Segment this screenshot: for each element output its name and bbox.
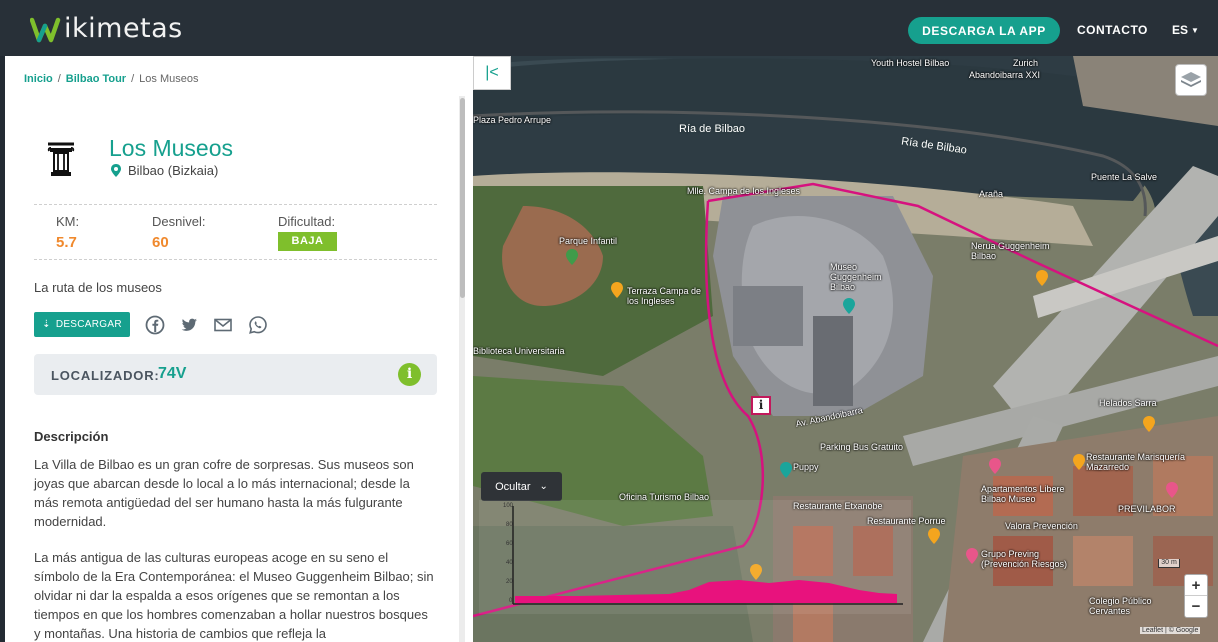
profile-tick: 0 (509, 598, 513, 604)
poi-marker-icon[interactable] (1143, 416, 1155, 432)
wikimetas-logo[interactable]: ikimetas (30, 13, 183, 45)
map-label: Araña (979, 189, 1004, 199)
download-button[interactable]: ⇣ DESCARGAR (34, 312, 130, 337)
language-selector[interactable]: ES ▼ (1172, 23, 1199, 37)
description-paragraph: La más antigua de las culturas europeas … (34, 550, 434, 641)
chevron-down-icon: ⌄ (539, 481, 548, 492)
layers-icon (1181, 72, 1201, 87)
map-label: Restaurante Marisquería Mazarredo (1086, 452, 1186, 472)
hide-profile-label: Ocultar (495, 480, 531, 493)
location-text: Bilbao (Bizkaia) (128, 163, 219, 178)
difficulty-badge: BAJA (278, 232, 337, 251)
profile-tick: 20 (506, 579, 513, 585)
map-label: Grupo Preving (Prevención Riesgos) (981, 549, 1068, 569)
poi-marker-icon[interactable] (1166, 482, 1178, 498)
page-title: Los Museos (109, 135, 234, 161)
map-label: Apartamentos Libere Bilbao Museo (981, 484, 1065, 504)
route-subtitle: La ruta de los museos (34, 280, 162, 295)
poi-marker-icon[interactable] (966, 548, 978, 564)
museum-column-icon (47, 142, 75, 176)
map-label: PREVILABOR (1118, 504, 1176, 514)
map-label: Museo Guggenheim Bilbao (830, 262, 882, 292)
map-label: Ría de Bilbao (679, 123, 746, 135)
language-label: ES (1172, 23, 1189, 37)
download-label: DESCARGAR (55, 319, 122, 330)
info-point-marker[interactable]: i (751, 396, 771, 415)
breadcrumb-separator: / (131, 73, 135, 85)
map-label: Valora Prevención (1005, 521, 1078, 531)
collapse-panel-button[interactable]: |< (473, 56, 511, 90)
poi-marker-icon[interactable] (780, 462, 792, 478)
zoom-in-button[interactable]: + (1185, 575, 1207, 596)
desnivel-value: 60 (152, 234, 169, 251)
breadcrumb: Inicio / Bilbao Tour / Los Museos (24, 73, 198, 85)
hide-profile-button[interactable]: Ocultar ⌄ (481, 472, 562, 501)
whatsapp-icon[interactable] (248, 315, 268, 335)
poi-marker-icon[interactable] (1073, 454, 1085, 470)
map-label: Terraza Campa de los Ingleses (627, 286, 702, 306)
elevation-profile: 100 80 60 40 20 0 (479, 500, 911, 614)
poi-marker-icon[interactable] (611, 282, 623, 298)
map-label: Colegio Público Cervantes (1089, 596, 1152, 616)
map-label: Puppy (793, 462, 819, 472)
divider (34, 259, 437, 260)
locator-value: 74V (158, 365, 187, 382)
desnivel-label: Desnivel: (152, 214, 206, 229)
elevation-profile-chart (512, 506, 903, 605)
map-label: Nerua Guggenheim Bilbao (971, 241, 1050, 261)
map-attribution[interactable]: Leaflet | © Google (1140, 627, 1201, 634)
map-label: Mlle. Campa de los Ingleses (687, 186, 801, 196)
download-icon: ⇣ (42, 319, 51, 330)
zoom-out-button[interactable]: − (1185, 596, 1207, 617)
profile-tick: 40 (506, 560, 513, 566)
breadcrumb-tour[interactable]: Bilbao Tour (66, 73, 126, 85)
logo-text: ikimetas (64, 13, 183, 44)
map-label: Parking Bus Gratuito (820, 442, 904, 452)
map-scale: 30 m (1158, 559, 1180, 568)
map-label: Zurich (1013, 58, 1039, 68)
description-heading: Descripción (34, 429, 109, 444)
breadcrumb-home[interactable]: Inicio (24, 73, 53, 85)
poi-marker-icon[interactable] (928, 528, 940, 544)
twitter-icon[interactable] (179, 315, 199, 335)
logo-w-icon (30, 17, 61, 43)
contact-link[interactable]: CONTACTO (1077, 23, 1148, 37)
layers-button[interactable] (1175, 64, 1207, 96)
map-pin-icon (111, 164, 121, 177)
map-label: Plaza Pedro Arrupe (473, 115, 552, 125)
poi-marker-icon[interactable] (566, 249, 578, 265)
divider (34, 204, 437, 205)
locator-label: LOCALIZADOR: (51, 368, 160, 383)
map-label: Parque Infantil (559, 236, 618, 246)
breadcrumb-separator: / (57, 73, 61, 85)
poi-marker-icon[interactable] (1036, 270, 1048, 286)
email-icon[interactable] (213, 315, 233, 335)
route-detail-panel: Inicio / Bilbao Tour / Los Museos Los Museos… (5, 56, 473, 642)
scrollbar-thumb[interactable] (460, 98, 465, 298)
poi-marker-icon[interactable] (843, 298, 855, 314)
download-app-button[interactable]: DESCARGA LA APP (908, 17, 1060, 44)
map-label: Biblioteca Universitaria (473, 346, 565, 356)
map-label: Helados Sarra (1099, 398, 1157, 408)
map-label: Puente La Salve (1091, 172, 1158, 182)
dificultad-label: Dificultad: (278, 214, 336, 229)
info-icon[interactable]: i (398, 363, 421, 386)
poi-marker-icon[interactable] (989, 458, 1001, 474)
caret-down-icon: ▼ (1191, 26, 1199, 35)
zoom-control: + − (1184, 574, 1208, 618)
profile-tick: 60 (506, 541, 513, 547)
profile-tick: 80 (506, 522, 513, 528)
facebook-icon[interactable] (145, 315, 165, 335)
km-label: KM: (56, 214, 80, 229)
breadcrumb-current: Los Museos (139, 73, 199, 85)
profile-tick: 100 (503, 503, 514, 509)
map-label: Abandoibarra XXI (969, 70, 1041, 80)
description-paragraph: La Villa de Bilbao es un gran cofre de s… (34, 457, 414, 529)
top-navbar: ikimetas DESCARGA LA APP CONTACTO ES ▼ (0, 0, 1218, 56)
map-label: Youth Hostel Bilbao (871, 58, 950, 68)
km-value: 5.7 (56, 234, 77, 251)
location-line: Bilbao (Bizkaia) (111, 163, 218, 178)
locator-box: LOCALIZADOR: 74V i (34, 354, 437, 395)
